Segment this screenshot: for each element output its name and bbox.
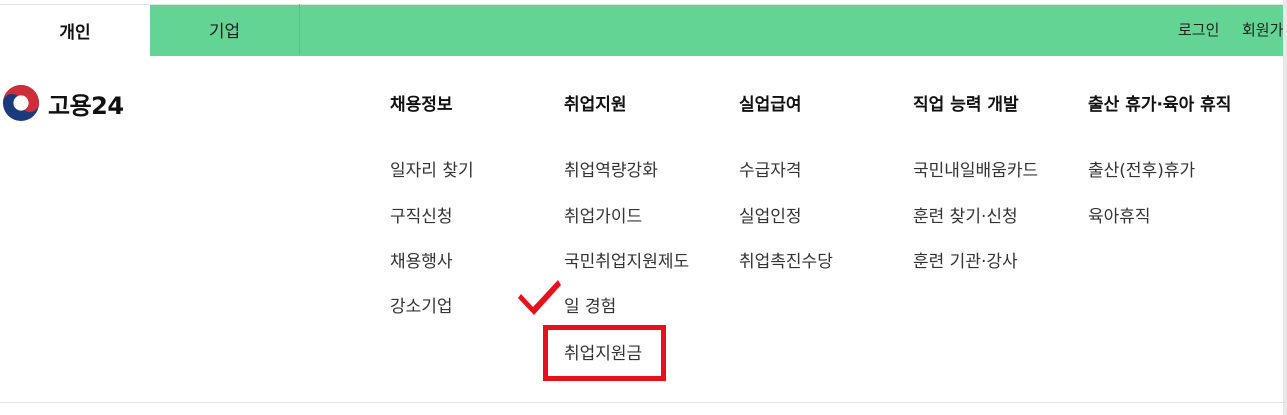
menu-item[interactable]: 일 경험 xyxy=(564,292,616,317)
menu-item[interactable]: 국민취업지원제도 xyxy=(564,247,689,272)
taegeuk-emblem-icon xyxy=(2,84,40,122)
login-link[interactable]: 로그인 xyxy=(1178,4,1219,55)
logo-text: 고용24 xyxy=(48,91,124,120)
menu-item[interactable]: 구직신청 xyxy=(390,202,453,227)
menu-item[interactable]: 취업역량강화 xyxy=(564,156,658,181)
menu-title-job-info[interactable]: 채용정보 xyxy=(390,90,453,115)
menu-item[interactable]: 수급자격 xyxy=(739,156,802,181)
menu-item[interactable]: 강소기업 xyxy=(390,292,453,317)
menu-item[interactable]: 국민내일배움카드 xyxy=(913,156,1038,181)
checkmark-icon xyxy=(518,280,561,315)
menu-item[interactable]: 실업인정 xyxy=(739,202,802,227)
tab-corporate[interactable]: 기업 xyxy=(150,4,300,55)
menu-item[interactable]: 취업가이드 xyxy=(564,202,642,227)
menu-title-vocational-training[interactable]: 직업 능력 개발 xyxy=(913,90,1019,115)
menu-item[interactable]: 육아휴직 xyxy=(1088,202,1151,227)
menu-item[interactable]: 훈련 기관·강사 xyxy=(913,247,1018,272)
menu-bottom-divider xyxy=(0,402,1287,403)
menu-title-employment-support[interactable]: 취업지원 xyxy=(564,90,627,115)
menu-item[interactable]: 출산(전후)휴가 xyxy=(1088,156,1195,181)
menu-title-maternity-parental-leave[interactable]: 출산 휴가·육아 휴직 xyxy=(1088,90,1231,115)
menu-item[interactable]: 취업촉진수당 xyxy=(739,247,833,272)
signup-link[interactable]: 회원가 xyxy=(1242,4,1283,55)
menu-title-unemployment-benefits[interactable]: 실업급여 xyxy=(739,90,802,115)
menu-item[interactable]: 채용행사 xyxy=(390,247,453,272)
tab-personal[interactable]: 개인 xyxy=(0,4,150,56)
menu-item[interactable]: 일자리 찾기 xyxy=(390,156,474,181)
menu-item[interactable]: 훈련 찾기·신청 xyxy=(913,202,1018,227)
highlight-box xyxy=(543,325,666,381)
window-edge xyxy=(1283,0,1287,415)
goyong24-logo[interactable]: 고용24 xyxy=(2,84,124,122)
